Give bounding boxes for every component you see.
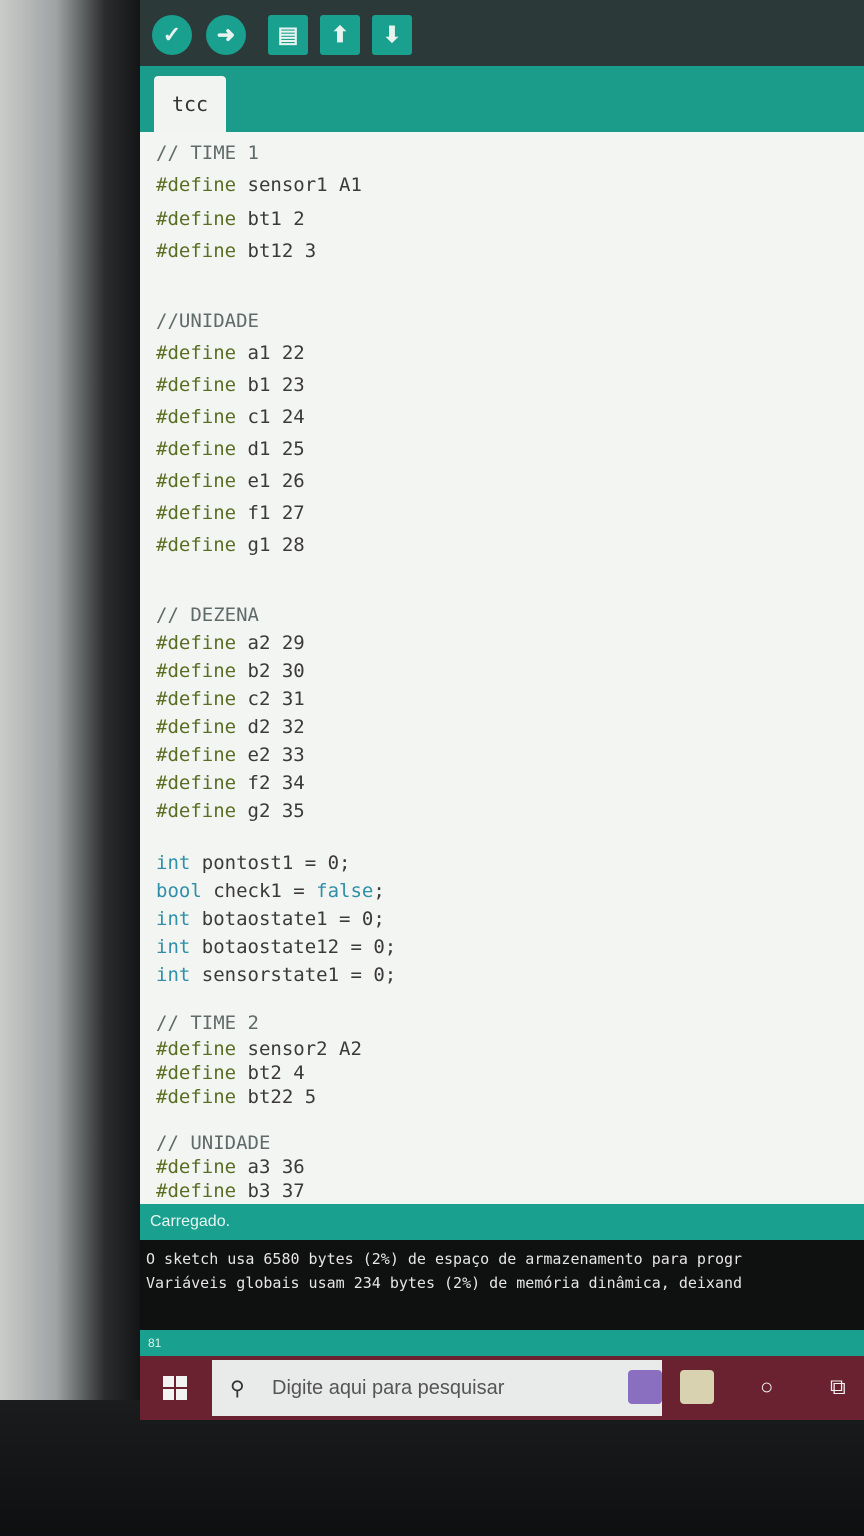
code-line: #define f1 27 (156, 502, 305, 524)
code-line: #define g1 28 (156, 534, 305, 556)
code-line: // TIME 1 (156, 142, 259, 164)
verify-button[interactable]: ✓ (152, 15, 192, 55)
code-line: #define g2 35 (156, 800, 305, 822)
arrow-right-icon: ➜ (216, 22, 236, 47)
code-editor[interactable]: // TIME 1 #define sensor1 A1 #define bt1 2… (140, 132, 864, 1204)
start-button[interactable] (140, 1356, 210, 1420)
arduino-ide-window: ✓ ➜ ▤ ⬆ ⬇ tcc // TIME 1 #define sensor1 A… (140, 0, 864, 1420)
code-line: // UNIDADE (156, 1132, 271, 1154)
code-line: #define b2 30 (156, 660, 305, 682)
toolbar: ✓ ➜ ▤ ⬆ ⬇ (140, 0, 864, 66)
console-line: Variáveis globais usam 234 bytes (2%) de… (146, 1274, 743, 1292)
code-line: #define bt1 2 (156, 208, 305, 230)
console-output[interactable]: O sketch usa 6580 bytes (2%) de espaço d… (140, 1240, 864, 1330)
code-line: #define d2 32 (156, 716, 305, 738)
code-line: #define f2 34 (156, 772, 305, 794)
tab-tcc[interactable]: tcc (154, 76, 226, 132)
code-line: #define a2 29 (156, 632, 305, 654)
monitor-bezel (0, 1400, 864, 1536)
code-line: int botaostate12 = 0; (156, 936, 397, 958)
code-line: int pontost1 = 0; (156, 852, 351, 874)
check-icon: ✓ (162, 22, 182, 47)
code-line: // TIME 2 (156, 1012, 259, 1034)
code-line: #define bt2 4 (156, 1062, 305, 1084)
line-number-footer: 81 (140, 1330, 864, 1356)
code-line: #define sensor1 A1 (156, 174, 362, 196)
code-line: bool check1 = false; (156, 880, 385, 902)
save-button[interactable]: ⬇ (372, 15, 412, 55)
media-app-icon[interactable] (628, 1370, 662, 1404)
arrow-down-icon: ⬇ (382, 22, 402, 47)
windows-taskbar: ⚲ Digite aqui para pesquisar ○ ⧉ (140, 1356, 864, 1420)
status-bar: Carregado. (140, 1204, 864, 1240)
code-line: #define a1 22 (156, 342, 305, 364)
tab-bar: tcc (140, 66, 864, 132)
code-line: #define c1 24 (156, 406, 305, 428)
code-line: #define a3 36 (156, 1156, 305, 1178)
windows-logo-icon (163, 1376, 187, 1400)
code-line: #define bt12 3 (156, 240, 317, 262)
code-line: #define d1 25 (156, 438, 305, 460)
code-line: #define b1 23 (156, 374, 305, 396)
code-line: #define c2 31 (156, 688, 305, 710)
task-view-icon[interactable]: ⧉ (830, 1374, 846, 1400)
search-icon: ⚲ (230, 1377, 245, 1400)
code-line: #define e1 26 (156, 470, 305, 492)
code-line: // DEZENA (156, 604, 259, 626)
code-line: #define sensor2 A2 (156, 1038, 362, 1060)
code-line: //UNIDADE (156, 310, 259, 332)
code-line: #define b3 37 (156, 1180, 305, 1202)
arrow-up-icon: ⬆ (330, 22, 350, 47)
new-sketch-button[interactable]: ▤ (268, 15, 308, 55)
taskbar-search[interactable]: ⚲ Digite aqui para pesquisar (212, 1360, 662, 1416)
console-line: O sketch usa 6580 bytes (2%) de espaço d… (146, 1250, 743, 1268)
code-line: #define bt22 5 (156, 1086, 317, 1108)
cortana-icon[interactable]: ○ (760, 1374, 773, 1400)
background-wall (0, 0, 140, 1536)
new-file-icon: ▤ (277, 22, 299, 47)
code-line: int sensorstate1 = 0; (156, 964, 397, 986)
sticky-notes-icon[interactable] (680, 1370, 714, 1404)
open-button[interactable]: ⬆ (320, 15, 360, 55)
code-line: int botaostate1 = 0; (156, 908, 385, 930)
code-line: #define e2 33 (156, 744, 305, 766)
search-placeholder: Digite aqui para pesquisar (272, 1376, 505, 1399)
upload-button[interactable]: ➜ (206, 15, 246, 55)
